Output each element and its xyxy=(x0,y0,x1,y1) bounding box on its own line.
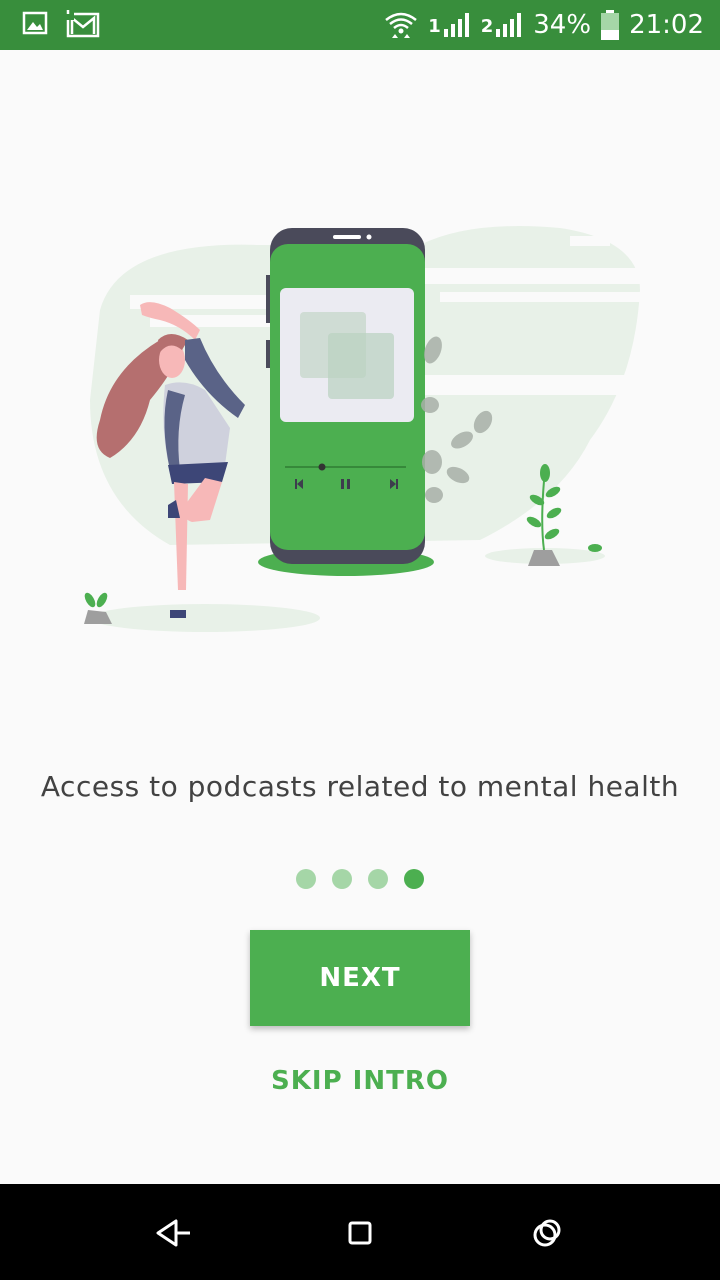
battery-icon xyxy=(601,10,620,40)
sim2-signal: 2 xyxy=(481,13,524,37)
navigation-bar xyxy=(0,1184,720,1280)
image-icon xyxy=(22,11,48,35)
signal-icon xyxy=(496,13,522,37)
recents-icon xyxy=(533,1219,561,1247)
sim2-label: 2 xyxy=(480,16,494,37)
home-icon xyxy=(348,1221,372,1245)
next-button[interactable]: NEXT xyxy=(250,930,470,1026)
gmail-icon xyxy=(66,10,100,38)
page-dot[interactable] xyxy=(296,869,316,889)
sim1-label: 1 xyxy=(428,16,441,37)
back-icon xyxy=(156,1219,190,1247)
page-indicator xyxy=(0,869,720,889)
recents-button[interactable] xyxy=(522,1208,572,1258)
clock: 21:02 xyxy=(629,10,704,40)
onboarding-caption: Access to podcasts related to mental hea… xyxy=(40,770,680,803)
page-dot[interactable] xyxy=(332,869,352,889)
sim1-signal: 1 xyxy=(428,13,471,37)
home-button[interactable] xyxy=(335,1208,385,1258)
plant-small xyxy=(84,592,108,608)
status-bar: 1 2 34% 21:02 xyxy=(0,0,720,50)
battery-percent: 34% xyxy=(533,10,592,40)
wifi-icon xyxy=(385,12,417,38)
page-dot[interactable] xyxy=(368,869,388,889)
progress-thumb xyxy=(318,463,326,471)
signal-icon xyxy=(443,13,469,37)
skip-intro-button[interactable]: SKIP INTRO xyxy=(0,1066,720,1096)
podcast-illustration xyxy=(84,226,640,632)
ground-shadow xyxy=(90,604,320,632)
back-button[interactable] xyxy=(148,1208,198,1258)
page-dot-active[interactable] xyxy=(404,869,424,889)
